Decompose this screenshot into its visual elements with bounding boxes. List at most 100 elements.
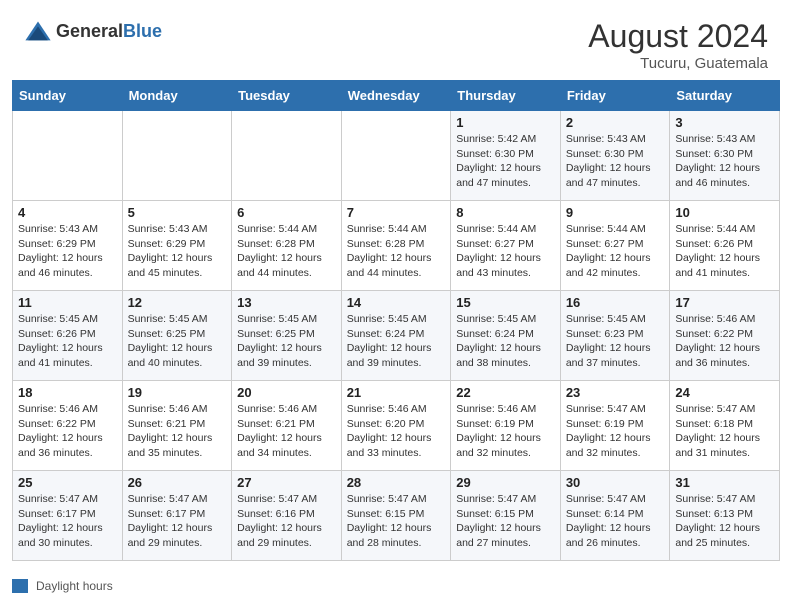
logo-text-general: General bbox=[56, 21, 123, 41]
day-number: 12 bbox=[128, 295, 227, 310]
day-number: 4 bbox=[18, 205, 117, 220]
calendar-cell: 5 Sunrise: 5:43 AM Sunset: 6:29 PM Daylig… bbox=[122, 201, 232, 291]
day-number: 20 bbox=[237, 385, 336, 400]
day-info: Sunrise: 5:47 AM Sunset: 6:17 PM Dayligh… bbox=[128, 492, 227, 551]
calendar-table: SundayMondayTuesdayWednesdayThursdayFrid… bbox=[12, 80, 780, 561]
day-info: Sunrise: 5:46 AM Sunset: 6:21 PM Dayligh… bbox=[128, 402, 227, 461]
calendar-cell: 15Sunrise: 5:45 AM Sunset: 6:24 PM Dayli… bbox=[451, 291, 561, 381]
calendar-cell: 31Sunrise: 5:47 AM Sunset: 6:13 PM Dayli… bbox=[670, 471, 780, 561]
calendar-container: SundayMondayTuesdayWednesdayThursdayFrid… bbox=[0, 80, 792, 573]
day-number: 31 bbox=[675, 475, 774, 490]
day-number: 24 bbox=[675, 385, 774, 400]
day-number: 25 bbox=[18, 475, 117, 490]
day-info: Sunrise: 5:45 AM Sunset: 6:25 PM Dayligh… bbox=[237, 312, 336, 371]
day-number: 8 bbox=[456, 205, 555, 220]
day-info: Sunrise: 5:43 AM Sunset: 6:30 PM Dayligh… bbox=[566, 132, 665, 191]
day-number: 21 bbox=[347, 385, 446, 400]
calendar-cell: 18Sunrise: 5:46 AM Sunset: 6:22 PM Dayli… bbox=[13, 381, 123, 471]
calendar-cell: 30Sunrise: 5:47 AM Sunset: 6:14 PM Dayli… bbox=[560, 471, 670, 561]
day-number: 5 bbox=[128, 205, 227, 220]
day-number: 1 bbox=[456, 115, 555, 130]
calendar-body: 1 Sunrise: 5:42 AM Sunset: 6:30 PM Daylig… bbox=[13, 111, 780, 561]
calendar-cell: 7 Sunrise: 5:44 AM Sunset: 6:28 PM Daylig… bbox=[341, 201, 451, 291]
title-block: August 2024 Tucuru, Guatemala bbox=[588, 18, 768, 72]
day-info: Sunrise: 5:44 AM Sunset: 6:27 PM Dayligh… bbox=[456, 222, 555, 281]
days-of-week-row: SundayMondayTuesdayWednesdayThursdayFrid… bbox=[13, 81, 780, 111]
calendar-cell: 20 Sunrise: 5:46 AM Sunset: 6:21 PM Dayli… bbox=[232, 381, 342, 471]
day-number: 2 bbox=[566, 115, 665, 130]
calendar-cell: 17Sunrise: 5:46 AM Sunset: 6:22 PM Dayli… bbox=[670, 291, 780, 381]
day-number: 10 bbox=[675, 205, 774, 220]
day-number: 18 bbox=[18, 385, 117, 400]
day-number: 30 bbox=[566, 475, 665, 490]
calendar-cell: 16 Sunrise: 5:45 AM Sunset: 6:23 PM Dayli… bbox=[560, 291, 670, 381]
day-of-week-header: Wednesday bbox=[341, 81, 451, 111]
day-info: Sunrise: 5:43 AM Sunset: 6:29 PM Dayligh… bbox=[18, 222, 117, 281]
page-header: GeneralBlue August 2024 Tucuru, Guatemal… bbox=[0, 0, 792, 80]
calendar-week-row: 1 Sunrise: 5:42 AM Sunset: 6:30 PM Daylig… bbox=[13, 111, 780, 201]
calendar-cell: 28Sunrise: 5:47 AM Sunset: 6:15 PM Dayli… bbox=[341, 471, 451, 561]
day-number: 23 bbox=[566, 385, 665, 400]
day-info: Sunrise: 5:44 AM Sunset: 6:27 PM Dayligh… bbox=[566, 222, 665, 281]
calendar-week-row: 25 Sunrise: 5:47 AM Sunset: 6:17 PM Dayli… bbox=[13, 471, 780, 561]
day-info: Sunrise: 5:45 AM Sunset: 6:23 PM Dayligh… bbox=[566, 312, 665, 371]
calendar-cell: 10 Sunrise: 5:44 AM Sunset: 6:26 PM Dayli… bbox=[670, 201, 780, 291]
day-number: 16 bbox=[566, 295, 665, 310]
day-number: 26 bbox=[128, 475, 227, 490]
day-of-week-header: Saturday bbox=[670, 81, 780, 111]
calendar-cell: 27 Sunrise: 5:47 AM Sunset: 6:16 PM Dayli… bbox=[232, 471, 342, 561]
day-info: Sunrise: 5:46 AM Sunset: 6:19 PM Dayligh… bbox=[456, 402, 555, 461]
day-number: 13 bbox=[237, 295, 336, 310]
day-number: 29 bbox=[456, 475, 555, 490]
calendar-header: SundayMondayTuesdayWednesdayThursdayFrid… bbox=[13, 81, 780, 111]
day-info: Sunrise: 5:45 AM Sunset: 6:24 PM Dayligh… bbox=[456, 312, 555, 371]
calendar-week-row: 18Sunrise: 5:46 AM Sunset: 6:22 PM Dayli… bbox=[13, 381, 780, 471]
day-number: 17 bbox=[675, 295, 774, 310]
day-number: 14 bbox=[347, 295, 446, 310]
calendar-cell: 24 Sunrise: 5:47 AM Sunset: 6:18 PM Dayli… bbox=[670, 381, 780, 471]
day-info: Sunrise: 5:47 AM Sunset: 6:15 PM Dayligh… bbox=[456, 492, 555, 551]
day-number: 3 bbox=[675, 115, 774, 130]
calendar-cell: 6Sunrise: 5:44 AM Sunset: 6:28 PM Daylig… bbox=[232, 201, 342, 291]
calendar-cell bbox=[341, 111, 451, 201]
day-number: 27 bbox=[237, 475, 336, 490]
calendar-cell: 23 Sunrise: 5:47 AM Sunset: 6:19 PM Dayli… bbox=[560, 381, 670, 471]
subtitle: Tucuru, Guatemala bbox=[588, 55, 768, 72]
day-info: Sunrise: 5:43 AM Sunset: 6:30 PM Dayligh… bbox=[675, 132, 774, 191]
logo-text-blue: Blue bbox=[123, 21, 162, 41]
day-number: 7 bbox=[347, 205, 446, 220]
calendar-cell: 22 Sunrise: 5:46 AM Sunset: 6:19 PM Dayli… bbox=[451, 381, 561, 471]
day-info: Sunrise: 5:44 AM Sunset: 6:28 PM Dayligh… bbox=[237, 222, 336, 281]
calendar-cell bbox=[232, 111, 342, 201]
day-number: 9 bbox=[566, 205, 665, 220]
calendar-cell: 25 Sunrise: 5:47 AM Sunset: 6:17 PM Dayli… bbox=[13, 471, 123, 561]
calendar-cell: 2 Sunrise: 5:43 AM Sunset: 6:30 PM Daylig… bbox=[560, 111, 670, 201]
calendar-cell: 26 Sunrise: 5:47 AM Sunset: 6:17 PM Dayli… bbox=[122, 471, 232, 561]
calendar-week-row: 11Sunrise: 5:45 AM Sunset: 6:26 PM Dayli… bbox=[13, 291, 780, 381]
calendar-cell: 11Sunrise: 5:45 AM Sunset: 6:26 PM Dayli… bbox=[13, 291, 123, 381]
legend-label: Daylight hours bbox=[36, 579, 113, 593]
calendar-cell: 13 Sunrise: 5:45 AM Sunset: 6:25 PM Dayli… bbox=[232, 291, 342, 381]
day-of-week-header: Tuesday bbox=[232, 81, 342, 111]
day-info: Sunrise: 5:46 AM Sunset: 6:21 PM Dayligh… bbox=[237, 402, 336, 461]
day-number: 22 bbox=[456, 385, 555, 400]
day-info: Sunrise: 5:46 AM Sunset: 6:20 PM Dayligh… bbox=[347, 402, 446, 461]
day-info: Sunrise: 5:42 AM Sunset: 6:30 PM Dayligh… bbox=[456, 132, 555, 191]
calendar-cell: 8 Sunrise: 5:44 AM Sunset: 6:27 PM Daylig… bbox=[451, 201, 561, 291]
day-info: Sunrise: 5:47 AM Sunset: 6:19 PM Dayligh… bbox=[566, 402, 665, 461]
calendar-cell: 14Sunrise: 5:45 AM Sunset: 6:24 PM Dayli… bbox=[341, 291, 451, 381]
footer-legend: Daylight hours bbox=[0, 573, 792, 601]
legend-color-box bbox=[12, 579, 28, 593]
day-info: Sunrise: 5:44 AM Sunset: 6:26 PM Dayligh… bbox=[675, 222, 774, 281]
calendar-cell: 1 Sunrise: 5:42 AM Sunset: 6:30 PM Daylig… bbox=[451, 111, 561, 201]
day-info: Sunrise: 5:43 AM Sunset: 6:29 PM Dayligh… bbox=[128, 222, 227, 281]
calendar-week-row: 4 Sunrise: 5:43 AM Sunset: 6:29 PM Daylig… bbox=[13, 201, 780, 291]
day-info: Sunrise: 5:47 AM Sunset: 6:18 PM Dayligh… bbox=[675, 402, 774, 461]
day-info: Sunrise: 5:45 AM Sunset: 6:25 PM Dayligh… bbox=[128, 312, 227, 371]
day-info: Sunrise: 5:44 AM Sunset: 6:28 PM Dayligh… bbox=[347, 222, 446, 281]
day-number: 19 bbox=[128, 385, 227, 400]
day-info: Sunrise: 5:47 AM Sunset: 6:17 PM Dayligh… bbox=[18, 492, 117, 551]
day-info: Sunrise: 5:47 AM Sunset: 6:16 PM Dayligh… bbox=[237, 492, 336, 551]
calendar-cell bbox=[13, 111, 123, 201]
logo: GeneralBlue bbox=[24, 18, 162, 46]
